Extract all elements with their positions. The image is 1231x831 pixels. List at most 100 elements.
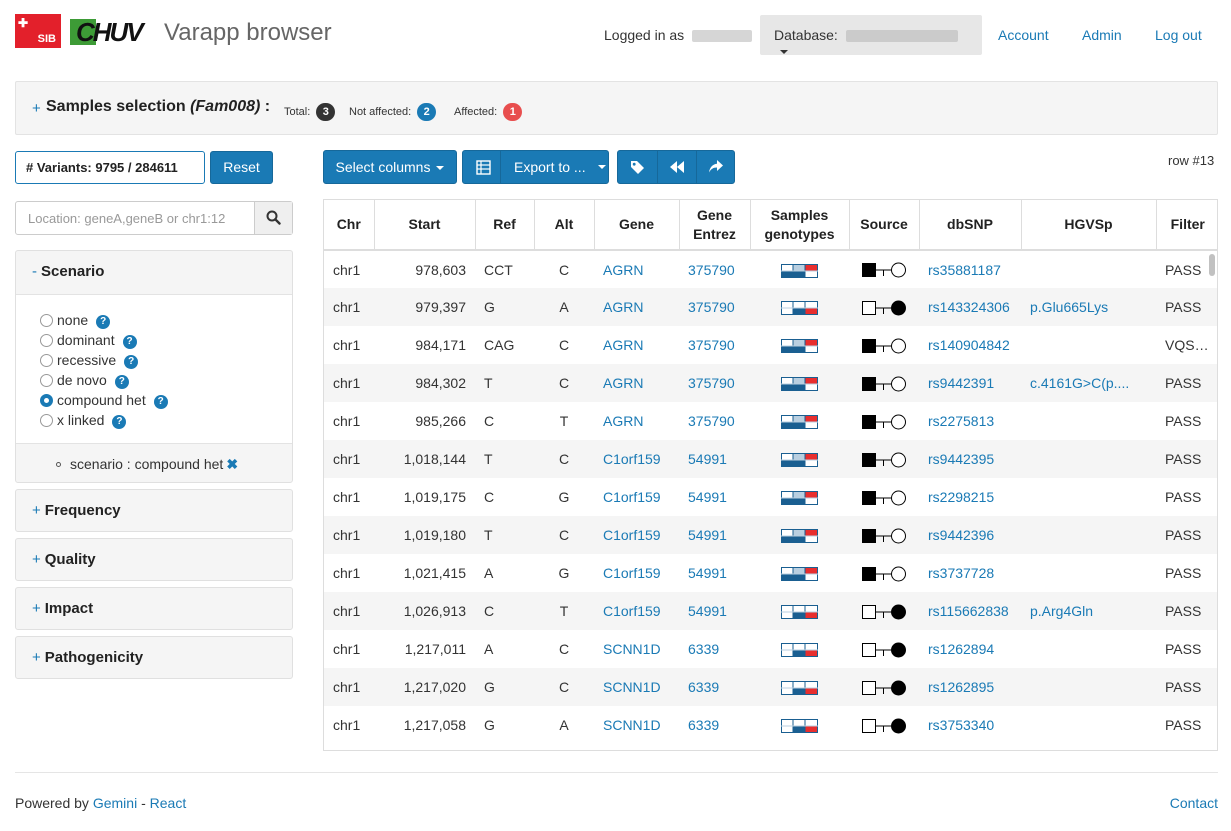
cell-dbsnp[interactable]: rs140904842 [919, 326, 1021, 364]
genotype-grid-icon[interactable] [781, 377, 818, 392]
cell-gene-entrez[interactable]: 54991 [679, 440, 750, 478]
search-button[interactable] [254, 202, 292, 234]
table-row[interactable]: chr1 984,171 CAG C AGRN 375790 rs140904842 VQSR… [324, 326, 1217, 364]
cell-hgvsp[interactable]: c.4161G>C(p.... [1021, 364, 1156, 402]
cell-gene[interactable]: AGRN [594, 364, 679, 402]
cell-gene[interactable]: C1orf159 [594, 592, 679, 630]
select-columns-button[interactable]: Select columns [323, 150, 457, 184]
logout-link[interactable]: Log out [1155, 27, 1202, 43]
genotype-grid-icon[interactable] [781, 719, 818, 734]
genotype-grid-icon[interactable] [781, 681, 818, 696]
cell-gene-entrez[interactable]: 54991 [679, 516, 750, 554]
genotype-grid-icon[interactable] [781, 263, 818, 278]
scenario-option-recessive[interactable]: recessive? [40, 352, 292, 372]
cell-hgvsp[interactable] [1021, 478, 1156, 516]
collapse-toggle[interactable]: - [32, 263, 37, 280]
table-row[interactable]: chr1 1,021,415 A G C1orf159 54991 rs3737728 PAS… [324, 554, 1217, 592]
scenario-panel-header[interactable]: - Scenario [16, 251, 292, 294]
cell-gene[interactable]: C1orf159 [594, 440, 679, 478]
table-row[interactable]: chr1 984,302 T C AGRN 375790 rs9442391 c.4161G>… [324, 364, 1217, 402]
cell-gene[interactable]: SCNN1D [594, 706, 679, 744]
cell-hgvsp[interactable] [1021, 440, 1156, 478]
column-header-start[interactable]: Start [374, 200, 476, 251]
genotype-grid-icon[interactable] [781, 491, 818, 506]
cell-gene[interactable]: SCNN1D [594, 668, 679, 706]
column-header-samples-genotypes[interactable]: Samples genotypes [750, 200, 850, 251]
table-scrollbar[interactable] [1209, 254, 1215, 276]
radio-button[interactable] [40, 414, 53, 427]
cell-gene[interactable]: AGRN [594, 402, 679, 440]
table-row[interactable]: chr1 1,217,011 A C SCNN1D 6339 rs1262894 PASS [324, 630, 1217, 668]
cell-gene[interactable]: SCNN1D [594, 630, 679, 668]
table-row[interactable]: chr1 1,217,058 G A SCNN1D 6339 rs3753340 PASS [324, 706, 1217, 744]
cell-gene-entrez[interactable]: 6339 [679, 668, 750, 706]
cell-dbsnp[interactable]: rs2275813 [919, 402, 1021, 440]
cell-hgvsp[interactable] [1021, 402, 1156, 440]
radio-button[interactable] [40, 334, 53, 347]
genotype-grid-icon[interactable] [781, 605, 818, 620]
share-button[interactable] [697, 151, 735, 183]
cell-dbsnp[interactable]: rs9442391 [919, 364, 1021, 402]
cell-hgvsp[interactable]: p.Arg4Gln [1021, 592, 1156, 630]
cell-gene-entrez[interactable]: 54991 [679, 478, 750, 516]
help-icon[interactable]: ? [124, 355, 139, 369]
cell-hgvsp[interactable] [1021, 250, 1156, 288]
cell-gene[interactable]: C1orf159 [594, 478, 679, 516]
cell-hgvsp[interactable] [1021, 706, 1156, 744]
cell-gene-entrez[interactable]: 375790 [679, 250, 750, 288]
admin-link[interactable]: Admin [1082, 27, 1122, 43]
column-header-chr[interactable]: Chr [324, 200, 375, 251]
app-title[interactable]: Varapp browser [164, 18, 332, 48]
genotype-grid-icon[interactable] [781, 643, 818, 658]
cell-dbsnp[interactable]: rs1262895 [919, 668, 1021, 706]
column-header-dbsnp[interactable]: dbSNP [919, 200, 1022, 251]
cell-dbsnp[interactable]: rs143324306 [919, 288, 1021, 326]
table-row[interactable]: chr1 978,603 CCT C AGRN 375790 rs35881187 PASS [324, 250, 1217, 288]
impact-panel[interactable]: + Impact [15, 587, 293, 630]
cell-hgvsp[interactable] [1021, 668, 1156, 706]
cell-dbsnp[interactable]: rs9442395 [919, 440, 1021, 478]
cell-gene[interactable]: AGRN [594, 250, 679, 288]
cell-gene[interactable]: AGRN [594, 288, 679, 326]
cell-dbsnp[interactable]: rs2298215 [919, 478, 1021, 516]
help-icon[interactable]: ? [112, 415, 127, 429]
genotype-grid-icon[interactable] [781, 415, 818, 430]
genotype-grid-icon[interactable] [781, 453, 818, 468]
cell-dbsnp[interactable]: rs3737728 [919, 554, 1021, 592]
cell-gene[interactable]: C1orf159 [594, 516, 679, 554]
scenario-option-de-novo[interactable]: de novo? [40, 372, 292, 392]
gemini-link[interactable]: Gemini [93, 795, 137, 811]
cell-hgvsp[interactable]: p.Glu665Lys [1021, 288, 1156, 326]
cell-gene-entrez[interactable]: 375790 [679, 364, 750, 402]
genotype-grid-icon[interactable] [781, 567, 818, 582]
cell-gene[interactable]: C1orf159 [594, 554, 679, 592]
quality-panel[interactable]: + Quality [15, 538, 293, 581]
database-dropdown[interactable]: Database: [760, 15, 982, 55]
frequency-panel[interactable]: + Frequency [15, 489, 293, 532]
export-button[interactable]: Export to ... [462, 150, 609, 184]
cell-dbsnp[interactable]: rs35881187 [919, 250, 1021, 288]
column-header-hgvsp[interactable]: HGVSp [1021, 200, 1157, 251]
radio-button[interactable] [40, 354, 53, 367]
scenario-option-compound-het[interactable]: compound het? [40, 392, 292, 412]
cell-dbsnp[interactable]: rs9442396 [919, 516, 1021, 554]
frequency-panel-header[interactable]: + Frequency [16, 490, 292, 533]
column-header-ref[interactable]: Ref [475, 200, 535, 251]
help-icon[interactable]: ? [153, 395, 168, 409]
help-icon[interactable]: ? [96, 315, 111, 329]
pathogenicity-panel-header[interactable]: + Pathogenicity [16, 637, 292, 680]
genotype-grid-icon[interactable] [781, 529, 818, 544]
genotype-grid-icon[interactable] [781, 339, 818, 354]
expand-toggle[interactable]: + [32, 649, 41, 666]
table-row[interactable]: chr1 985,266 C T AGRN 375790 rs2275813 PASS [324, 402, 1217, 440]
cell-gene-entrez[interactable]: 6339 [679, 630, 750, 668]
column-header-filter[interactable]: Filter [1156, 200, 1217, 251]
chuv-logo[interactable]: CHUV [70, 16, 144, 46]
radio-button-selected[interactable] [40, 394, 53, 407]
radio-button[interactable] [40, 374, 53, 387]
help-icon[interactable]: ? [114, 375, 129, 389]
remove-filter-icon[interactable]: ✖ [226, 456, 238, 472]
cell-gene[interactable]: AGRN [594, 326, 679, 364]
cell-hgvsp[interactable] [1021, 326, 1156, 364]
pathogenicity-panel[interactable]: + Pathogenicity [15, 636, 293, 679]
